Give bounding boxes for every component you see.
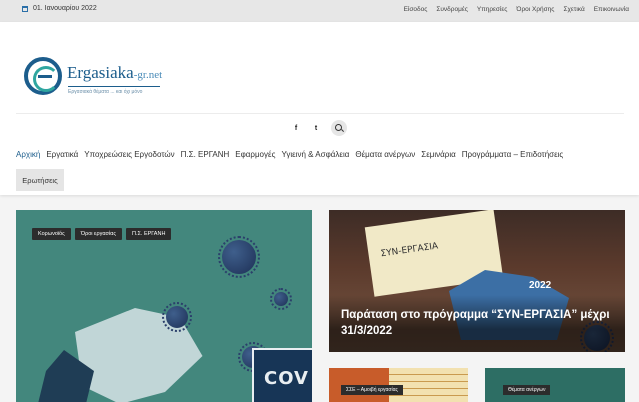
top-bar: 01. Ιανουαρίου 2022 Είσοδος Συνδρομές Υπ… (0, 0, 639, 22)
current-date: 01. Ιανουαρίου 2022 (22, 5, 97, 12)
calendar-icon (22, 5, 28, 12)
nav-item-programs[interactable]: Προγράμματα – Επιδοτήσεις (462, 150, 564, 159)
header-divider (16, 113, 624, 114)
covid-sign-text: COV (264, 368, 309, 389)
logo-name: Ergasiaka-gr.net (67, 63, 163, 82)
article-card-small-2[interactable]: Θέματα ανέργων (485, 368, 625, 402)
site-header: Ergasiaka-gr.net Εργασιακά θέματα ... κα… (0, 22, 639, 195)
top-link-services[interactable]: Υπηρεσίες (477, 6, 508, 13)
logo-tagline: Εργασιακά θέματα ... και όχι μόνο (68, 89, 143, 95)
top-link-contact[interactable]: Επικοινωνία (594, 6, 629, 13)
nav-item-questions[interactable]: Ερωτήσεις (16, 169, 64, 191)
search-icon[interactable] (331, 120, 347, 136)
program-name-text: ΣΥΝ-ΕΡΓΑΣΙΑ (379, 241, 439, 260)
logo-mark-icon (24, 57, 62, 95)
tag-unemployed[interactable]: Θέματα ανέργων (503, 385, 551, 395)
tag-coronavirus[interactable]: Κορωνοϊός (32, 228, 71, 240)
nav-item-ergani[interactable]: Π.Σ. ΕΡΓΑΝΗ (181, 150, 230, 159)
nav-item-unemployed[interactable]: Θέματα ανέργων (355, 150, 415, 159)
featured-article-right[interactable]: ΣΥΝ-ΕΡΓΑΣΙΑ 2022 Παράταση στο πρόγραμμα … (329, 210, 625, 352)
tag-ergani[interactable]: Π.Σ. ΕΡΓΑΝΗ (125, 228, 172, 240)
nav-item-applications[interactable]: Εφαρμογές (235, 150, 275, 159)
site-logo[interactable]: Ergasiaka-gr.net Εργασιακά θέματα ... κα… (24, 57, 164, 101)
top-link-subscriptions[interactable]: Συνδρομές (436, 6, 468, 13)
tag-collective-agreements[interactable]: ΣΣΕ – Αμοιβή εργασίας (341, 385, 403, 395)
logo-suffix: -gr.net (133, 69, 163, 81)
nav-item-health-safety[interactable]: Υγιεινή & Ασφάλεια (281, 150, 349, 159)
nav-item-labor[interactable]: Εργατικά (46, 150, 78, 159)
top-links: Είσοδος Συνδρομές Υπηρεσίες Όροι Χρήσης … (404, 6, 629, 13)
main-nav: Αρχική Εργατικά Υποχρεώσεις Εργοδοτών Π.… (16, 150, 563, 159)
social-links: f t (291, 120, 347, 136)
facebook-icon[interactable]: f (291, 125, 301, 132)
top-link-terms[interactable]: Όροι Χρήσης (516, 6, 554, 13)
date-text: 01. Ιανουαρίου 2022 (33, 5, 97, 12)
article-card-small-1[interactable]: ΣΣΕ – Αμοιβή εργασίας (329, 368, 468, 402)
virus-icon (270, 288, 292, 310)
top-link-about[interactable]: Σχετικά (563, 6, 584, 13)
puzzle-year-text: 2022 (529, 280, 552, 291)
twitter-icon[interactable]: t (311, 125, 321, 132)
nav-item-seminars[interactable]: Σεμινάρια (421, 150, 455, 159)
top-link-login[interactable]: Είσοδος (404, 6, 428, 13)
nav-item-home[interactable]: Αρχική (16, 150, 40, 159)
virus-icon (218, 236, 260, 278)
logo-underline (68, 86, 160, 87)
tag-work-terms[interactable]: Όροι εργασίας (74, 228, 122, 240)
virus-icon (162, 302, 192, 332)
covid-sign: COV (252, 348, 312, 402)
featured-article-left[interactable]: COV Κορωνοϊός Όροι εργασίας Π.Σ. ΕΡΓΑΝΗ (16, 210, 312, 402)
article-title[interactable]: Παράταση στο πρόγραμμα “ΣΥΝ-ΕΡΓΑΣΙΑ” μέχ… (341, 307, 611, 339)
article-tags: Κορωνοϊός Όροι εργασίας Π.Σ. ΕΡΓΑΝΗ (32, 228, 172, 240)
nav-item-employer-obligations[interactable]: Υποχρεώσεις Εργοδοτών (84, 150, 174, 159)
